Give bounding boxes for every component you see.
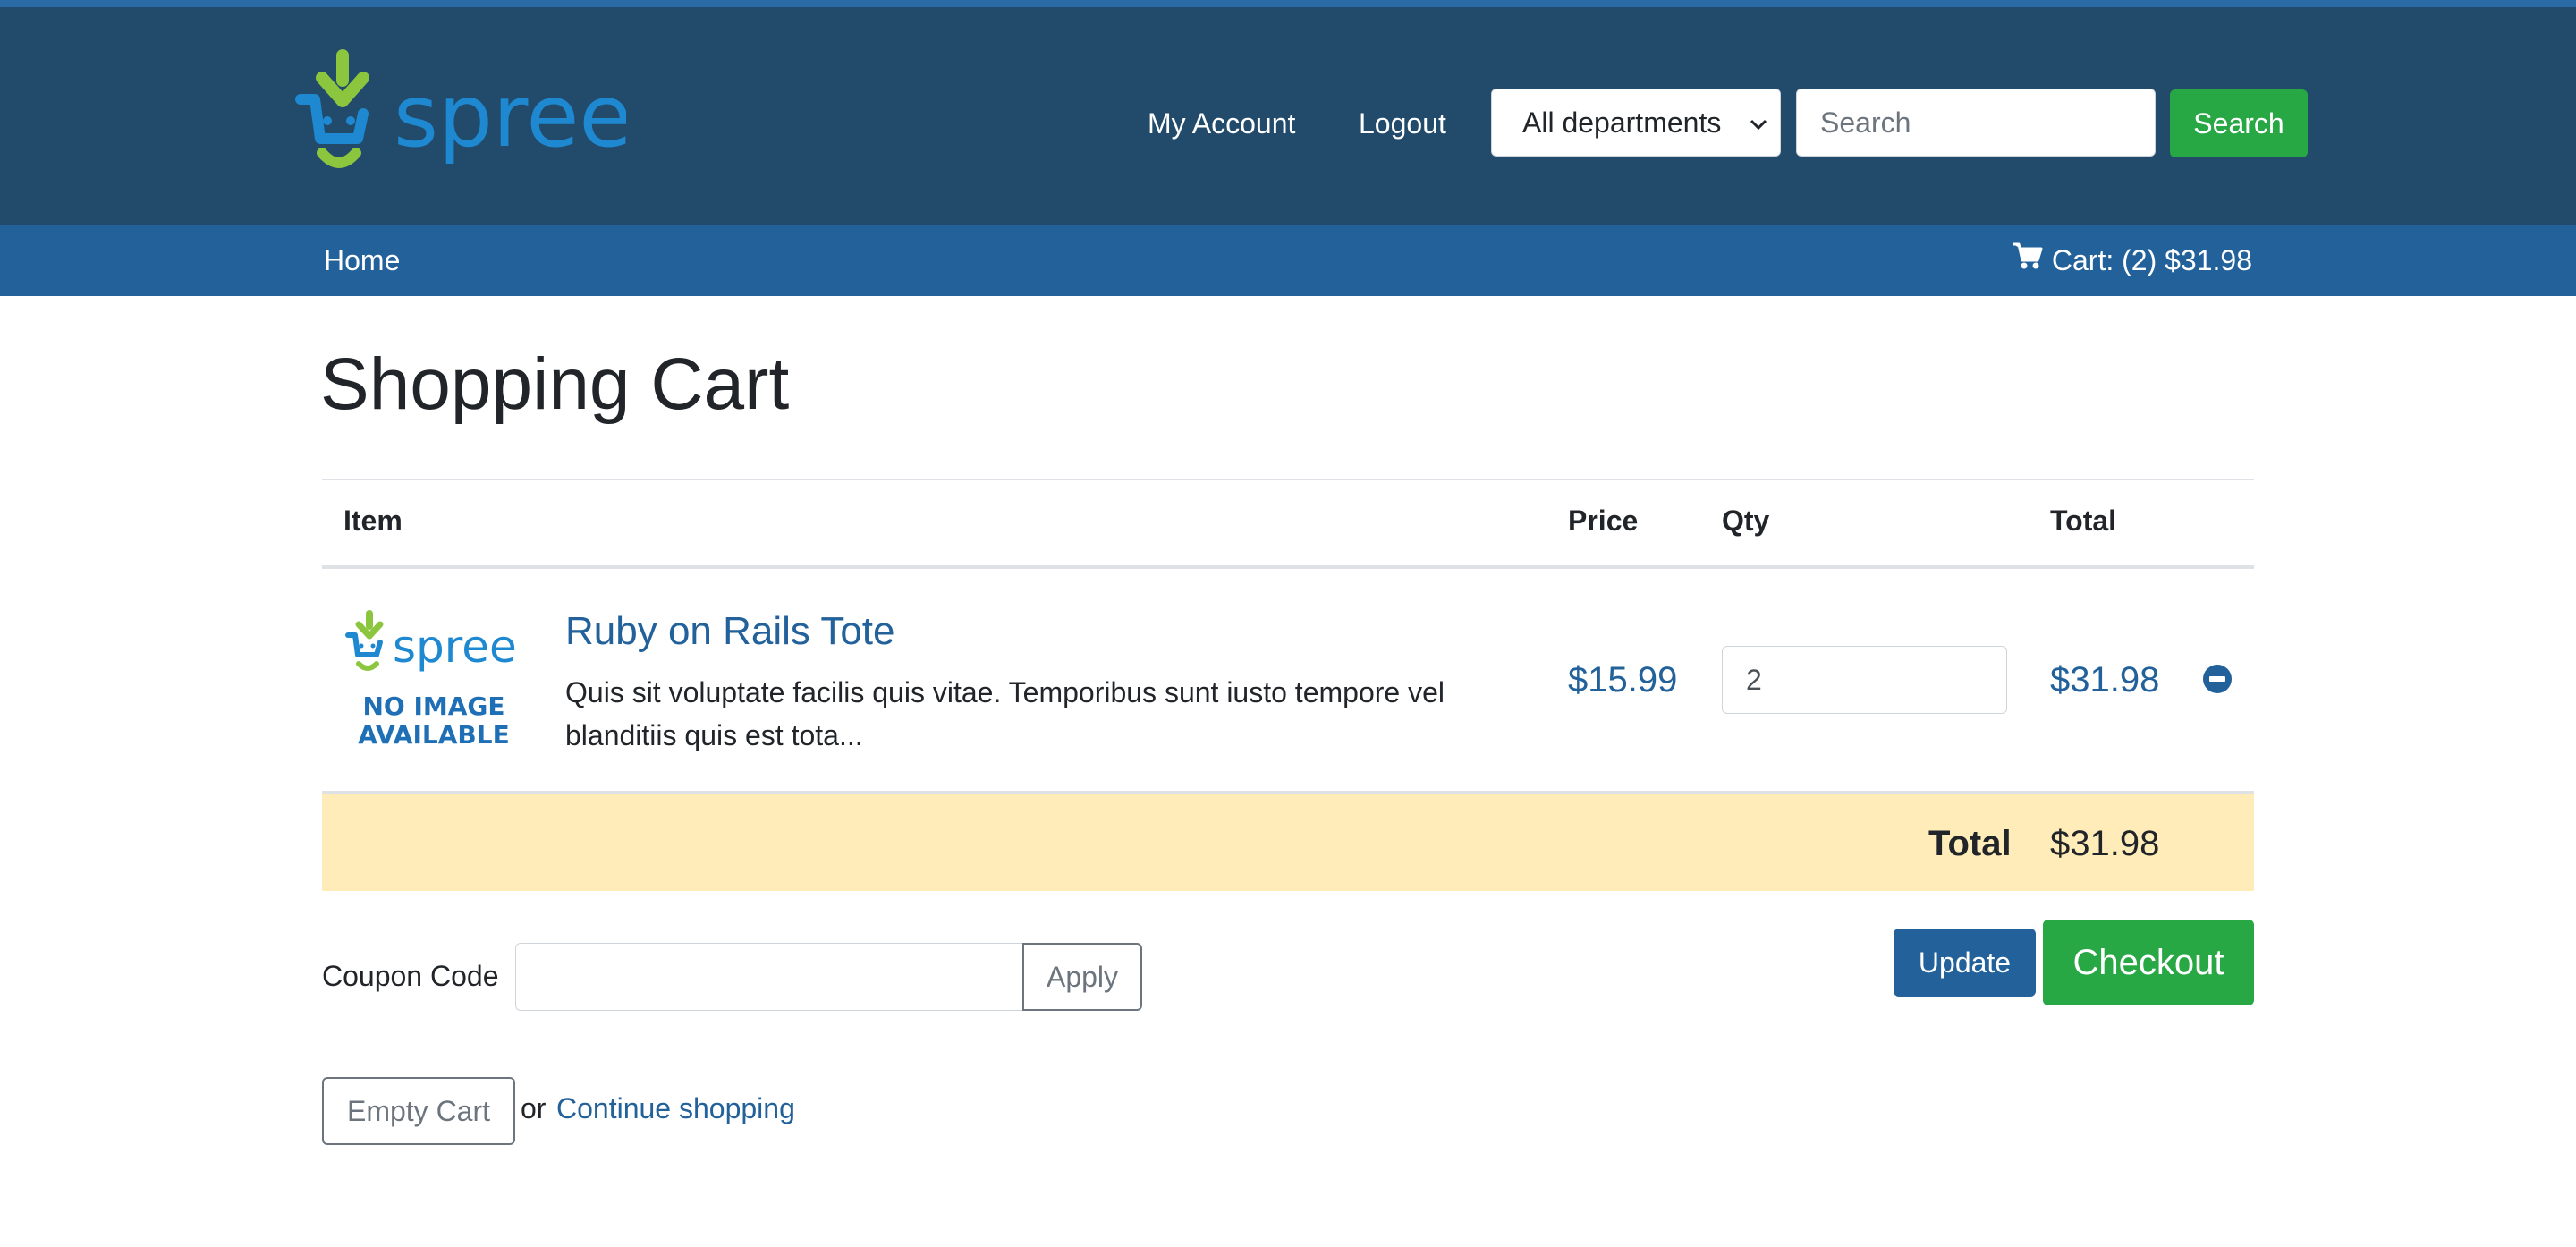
column-header-item: Item	[343, 505, 402, 537]
svg-text:spree: spree	[394, 66, 626, 166]
table-top-border	[322, 479, 2254, 480]
cart-total-label: Total	[1928, 824, 2012, 863]
column-header-total: Total	[2050, 505, 2117, 537]
top-accent-stripe	[0, 0, 2576, 7]
my-account-link[interactable]: My Account	[1148, 104, 1295, 143]
minus-circle-icon[interactable]	[2202, 664, 2233, 694]
search-input[interactable]: Search	[1796, 89, 2156, 157]
product-price: $15.99	[1568, 660, 1678, 700]
svg-text:NO IMAGE: NO IMAGE	[362, 691, 504, 721]
search-button[interactable]: Search	[2170, 89, 2308, 157]
product-description: Quis sit voluptate facilis quis vitae. T…	[565, 676, 1445, 751]
department-select-value: All departments	[1522, 106, 1722, 139]
logout-link[interactable]: Logout	[1359, 104, 1446, 143]
quantity-input[interactable]: 2	[1722, 646, 2007, 714]
search-placeholder: Search	[1820, 106, 1911, 139]
site-header: spree My Account Logout All departments …	[0, 7, 2576, 225]
checkout-button[interactable]: Checkout	[2043, 920, 2254, 1005]
empty-cart-button[interactable]: Empty Cart	[322, 1077, 515, 1145]
product-name-link[interactable]: Ruby on Rails Tote	[565, 605, 895, 658]
home-link[interactable]: Home	[324, 241, 400, 280]
product-image-placeholder[interactable]: spree NO IMAGE AVAILABLE	[344, 608, 523, 760]
continue-shopping-link[interactable]: Continue shopping	[556, 1089, 795, 1128]
cart-link[interactable]: Cart: (2) $31.98	[2012, 241, 2252, 280]
coupon-code-label: Coupon Code	[322, 960, 499, 992]
coupon-code-input[interactable]	[515, 943, 1023, 1011]
cart-total-value: $31.98	[2050, 824, 2160, 863]
svg-text:spree: spree	[393, 621, 517, 673]
apply-coupon-button[interactable]: Apply	[1022, 943, 1142, 1011]
chevron-down-icon	[1750, 89, 1767, 156]
update-button[interactable]: Update	[1894, 929, 2036, 997]
column-header-price: Price	[1568, 505, 1639, 537]
department-select[interactable]: All departments	[1491, 89, 1781, 157]
secondary-nav: Home Cart: (2) $31.98	[0, 225, 2576, 296]
cart-icon	[2012, 241, 2043, 280]
table-header-border	[322, 565, 2254, 569]
spree-logo[interactable]: spree	[295, 47, 626, 182]
column-header-qty: Qty	[1722, 505, 1770, 537]
or-text: or	[521, 1092, 547, 1124]
svg-text:AVAILABLE: AVAILABLE	[358, 720, 509, 750]
page-title: Shopping Cart	[320, 344, 790, 425]
cart-summary: Cart: (2) $31.98	[2051, 244, 2252, 276]
line-total: $31.98	[2050, 660, 2160, 700]
